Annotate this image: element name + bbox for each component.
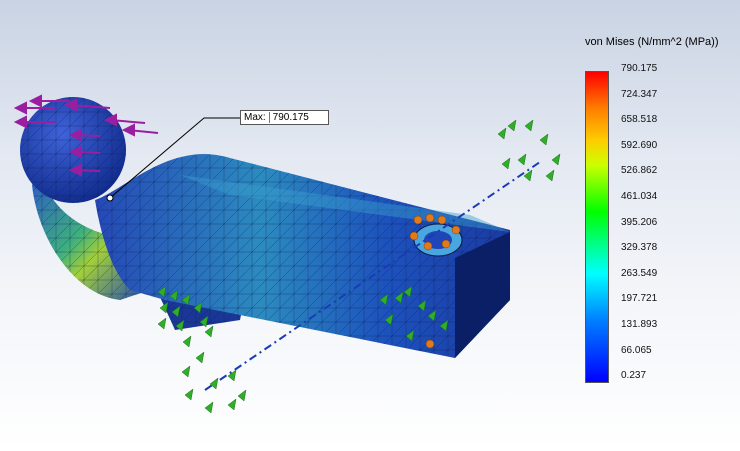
legend-tick-label: 197.721 [621, 293, 658, 305]
max-label: Max: [244, 112, 266, 123]
color-scale-bar [585, 71, 609, 383]
legend-tick-label: 461.034 [621, 191, 658, 202]
legend-tick-label: 329.378 [621, 242, 658, 254]
legend-tick-label: 66.065 [621, 344, 652, 356]
max-value: 790.175 [268, 112, 325, 123]
legend-tick-label: 131.893 [621, 319, 658, 330]
legend-tick-label: 263.549 [621, 267, 658, 279]
legend-tick-label: 724.347 [621, 88, 658, 100]
legend-tick-label: 0.237 [621, 370, 647, 382]
legend-tick-label: 526.862 [621, 165, 658, 177]
legend-tick-label: 592.690 [621, 139, 658, 151]
legend-title: von Mises (N/mm^2 (MPa)) [585, 36, 719, 48]
legend-tick-label: 790.175 [621, 63, 658, 74]
legend-tick-label: 658.518 [621, 114, 658, 126]
legend-tick-label: 395.206 [621, 216, 658, 228]
max-value-callout: Max: 790.175 [240, 110, 329, 125]
